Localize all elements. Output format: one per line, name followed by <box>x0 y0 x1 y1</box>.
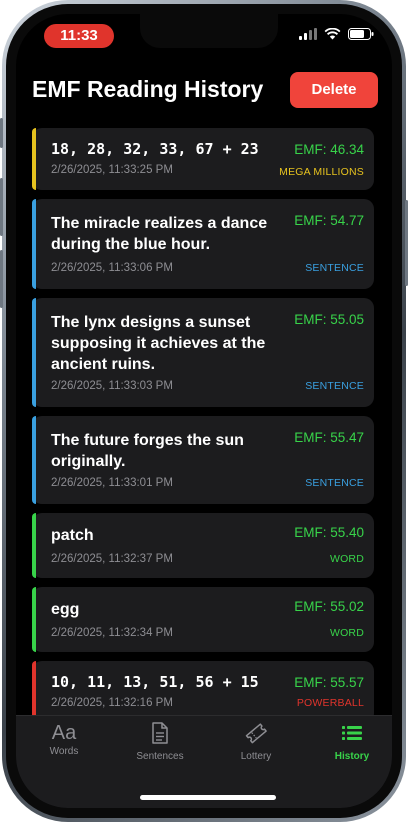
category-color-bar <box>32 513 36 578</box>
entry-text: 10, 11, 13, 51, 56 + 15 <box>51 673 259 691</box>
category-color-bar <box>32 416 36 504</box>
entry-timestamp: 2/26/2025, 11:33:25 PM <box>51 164 173 176</box>
history-entry[interactable]: 18, 28, 32, 33, 67 + 23 2/26/2025, 11:33:… <box>32 128 374 190</box>
entry-timestamp: 2/26/2025, 11:32:37 PM <box>51 553 173 565</box>
history-entry[interactable]: The lynx designs a sunset supposing it a… <box>32 298 374 407</box>
phone-frame: 11:33 EMF Reading History Delete 18, 28,… <box>2 0 406 822</box>
volume-down-button <box>0 250 3 308</box>
history-entry[interactable]: patch 2/26/2025, 11:32:37 PM EMF: 55.40 WOR… <box>32 513 374 578</box>
tab-words[interactable]: Aa Words <box>16 722 112 757</box>
cellular-signal-icon <box>299 28 317 40</box>
history-entry[interactable]: egg 2/26/2025, 11:32:34 PM EMF: 55.02 WORD <box>32 587 374 652</box>
status-time: 11:33 <box>44 24 114 48</box>
history-entry[interactable]: The future forges the sun originally. 2/2… <box>32 416 374 504</box>
entry-category-tag: WORD <box>329 553 364 565</box>
entry-category-tag: POWERBALL <box>296 697 364 709</box>
tab-sentences-label: Sentences <box>136 751 184 762</box>
list-icon <box>342 726 362 740</box>
entry-text: The lynx designs a sunset supposing it a… <box>51 314 266 373</box>
app-screen: 11:33 EMF Reading History Delete 18, 28,… <box>16 14 392 808</box>
entry-timestamp: 2/26/2025, 11:33:03 PM <box>51 380 173 392</box>
tab-lottery[interactable]: Lottery <box>208 722 304 762</box>
text-aa-icon: Aa <box>51 722 77 744</box>
entry-category-tag: SENTENCE <box>305 262 364 274</box>
entry-timestamp: 2/26/2025, 11:32:34 PM <box>51 627 173 639</box>
category-color-bar <box>32 199 36 289</box>
volume-up-button <box>0 178 3 236</box>
entry-emf-value: EMF: 55.05 <box>294 312 364 327</box>
entry-emf-value: EMF: 46.34 <box>294 142 364 157</box>
category-color-bar <box>32 298 36 407</box>
entry-text: The future forges the sun originally. <box>51 432 244 470</box>
mute-switch <box>0 118 3 148</box>
home-indicator[interactable] <box>140 795 276 800</box>
camera-notch <box>140 14 278 48</box>
delete-button[interactable]: Delete <box>290 72 378 108</box>
entry-emf-value: EMF: 54.77 <box>294 213 364 228</box>
entry-emf-value: EMF: 55.57 <box>294 675 364 690</box>
battery-icon <box>348 28 374 40</box>
history-entry[interactable]: The miracle realizes a dance during the … <box>32 199 374 289</box>
entry-text: The miracle realizes a dance during the … <box>51 215 268 253</box>
tab-bar: Aa Words Sentences Lottery History <box>16 715 392 808</box>
entry-text: egg <box>51 601 80 618</box>
category-color-bar <box>32 661 36 716</box>
history-entry[interactable]: 10, 11, 13, 51, 56 + 15 2/26/2025, 11:32:… <box>32 661 374 716</box>
entry-emf-value: EMF: 55.02 <box>294 599 364 614</box>
tab-lottery-label: Lottery <box>240 751 272 762</box>
entry-timestamp: 2/26/2025, 11:33:01 PM <box>51 477 173 489</box>
entry-text: patch <box>51 527 94 544</box>
entry-category-tag: MEGA MILLIONS <box>279 166 364 178</box>
status-icons <box>299 28 374 40</box>
entry-emf-value: EMF: 55.40 <box>294 525 364 540</box>
page-title: EMF Reading History <box>32 76 264 102</box>
tab-history-label: History <box>334 751 370 762</box>
tab-sentences[interactable]: Sentences <box>112 722 208 762</box>
tab-history[interactable]: History <box>304 722 392 762</box>
tab-words-label: Words <box>49 746 79 757</box>
wifi-icon <box>324 28 341 40</box>
entry-category-tag: SENTENCE <box>305 380 364 392</box>
entry-category-tag: SENTENCE <box>305 477 364 489</box>
entry-timestamp: 2/26/2025, 11:33:06 PM <box>51 262 173 274</box>
category-color-bar <box>32 128 36 190</box>
phone-bezel: 11:33 EMF Reading History Delete 18, 28,… <box>6 4 402 818</box>
entry-text: 18, 28, 32, 33, 67 + 23 <box>51 140 259 158</box>
entry-category-tag: WORD <box>329 627 364 639</box>
entry-emf-value: EMF: 55.47 <box>294 430 364 445</box>
history-list[interactable]: 18, 28, 32, 33, 67 + 23 2/26/2025, 11:33:… <box>32 128 374 716</box>
ticket-icon <box>245 723 267 744</box>
document-icon <box>152 722 168 744</box>
category-color-bar <box>32 587 36 652</box>
entry-timestamp: 2/26/2025, 11:32:16 PM <box>51 697 173 709</box>
